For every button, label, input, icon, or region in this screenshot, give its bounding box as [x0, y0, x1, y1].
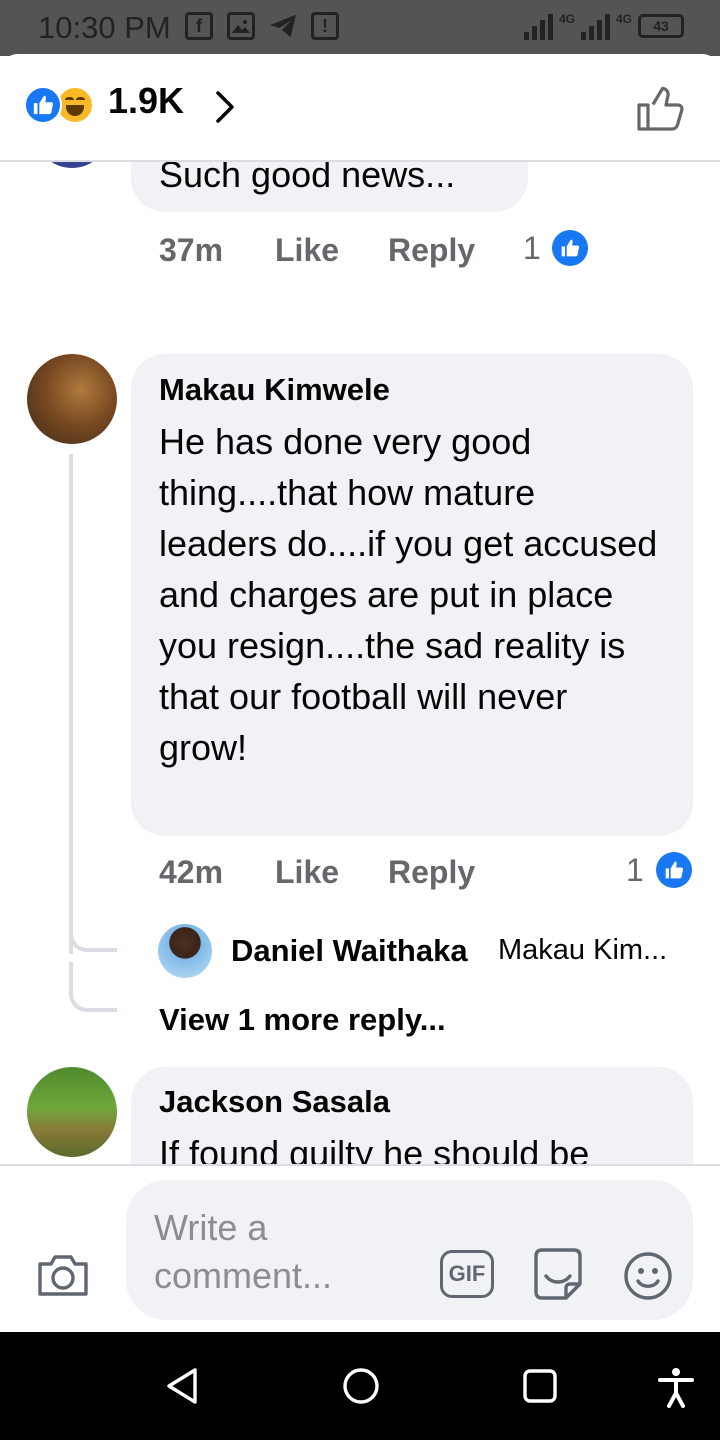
- facebook-icon: f: [185, 12, 213, 40]
- gallery-icon: [227, 12, 255, 40]
- network-type-2: 4G: [615, 12, 632, 26]
- view-more-replies[interactable]: View 1 more reply...: [159, 1002, 446, 1038]
- chevron-right-icon[interactable]: [214, 90, 236, 124]
- battery-icon: 43: [638, 14, 684, 38]
- comment-time: 37m: [159, 232, 224, 268]
- gif-button[interactable]: GIF: [440, 1250, 494, 1298]
- avatar[interactable]: [34, 162, 110, 168]
- avatar[interactable]: [27, 1067, 117, 1157]
- thread-connector: [69, 902, 117, 952]
- reactions-header: 1.9K: [0, 54, 720, 162]
- sticker-icon[interactable]: [530, 1246, 586, 1302]
- thumbs-up-icon[interactable]: [636, 84, 686, 132]
- like-button[interactable]: Like: [275, 854, 339, 891]
- status-bar: 10:30 PM f ! 4G 4G 43: [0, 0, 720, 56]
- signal-icon: [523, 12, 553, 40]
- comment-input[interactable]: Write a comment... GIF: [126, 1180, 693, 1320]
- comment-time: 42m: [159, 854, 224, 890]
- comments-sheet: 1.9K Such good news... 37m Like Reply 1 …: [0, 54, 720, 1332]
- avatar[interactable]: [27, 354, 117, 444]
- emoji-icon[interactable]: [622, 1250, 674, 1302]
- status-time: 10:30 PM: [38, 10, 171, 45]
- like-reaction-icon[interactable]: [552, 230, 588, 266]
- reply-snippet[interactable]: Makau Kim...: [498, 934, 688, 967]
- reply-author[interactable]: Daniel Waithaka: [231, 933, 468, 969]
- like-button[interactable]: Like: [275, 232, 339, 269]
- comment-composer: Write a comment... GIF: [0, 1164, 720, 1332]
- accessibility-icon[interactable]: [656, 1366, 696, 1408]
- alert-icon: !: [311, 12, 339, 40]
- comment-text: If found guilty he should be jailed for …: [159, 1133, 590, 1164]
- comment-author[interactable]: Jackson Sasala: [159, 1084, 390, 1120]
- home-icon[interactable]: [341, 1366, 381, 1406]
- back-icon[interactable]: [164, 1366, 200, 1406]
- comment-reaction-count: 1: [626, 852, 644, 888]
- camera-icon[interactable]: [36, 1250, 90, 1298]
- comment-text: He has done very good thing....that how …: [159, 421, 658, 768]
- recents-icon[interactable]: [522, 1366, 558, 1406]
- avatar[interactable]: [158, 924, 212, 978]
- reaction-count[interactable]: 1.9K: [108, 80, 184, 122]
- reply-button[interactable]: Reply: [388, 232, 475, 269]
- comment-author[interactable]: Makau Kimwele: [159, 372, 390, 408]
- thread-connector: [69, 962, 117, 1012]
- like-reaction-icon[interactable]: [656, 852, 692, 888]
- comment-text: Such good news...: [159, 162, 456, 195]
- thread-line: [69, 454, 73, 954]
- signal-icon: [580, 12, 610, 40]
- telegram-icon: [269, 12, 297, 40]
- system-nav-bar: [0, 1332, 720, 1440]
- like-reaction-icon: [24, 86, 62, 124]
- comment-placeholder: Write a comment...: [154, 1207, 333, 1296]
- system-indicators: 4G 4G 43: [523, 12, 684, 40]
- notification-icons: f !: [185, 12, 339, 40]
- network-type-1: 4G: [558, 12, 575, 26]
- reply-button[interactable]: Reply: [388, 854, 475, 891]
- reactions-summary[interactable]: [24, 86, 94, 124]
- comment-list[interactable]: Such good news... 37m Like Reply 1 Makau…: [0, 162, 720, 1164]
- comment-reaction-count: 1: [523, 230, 541, 266]
